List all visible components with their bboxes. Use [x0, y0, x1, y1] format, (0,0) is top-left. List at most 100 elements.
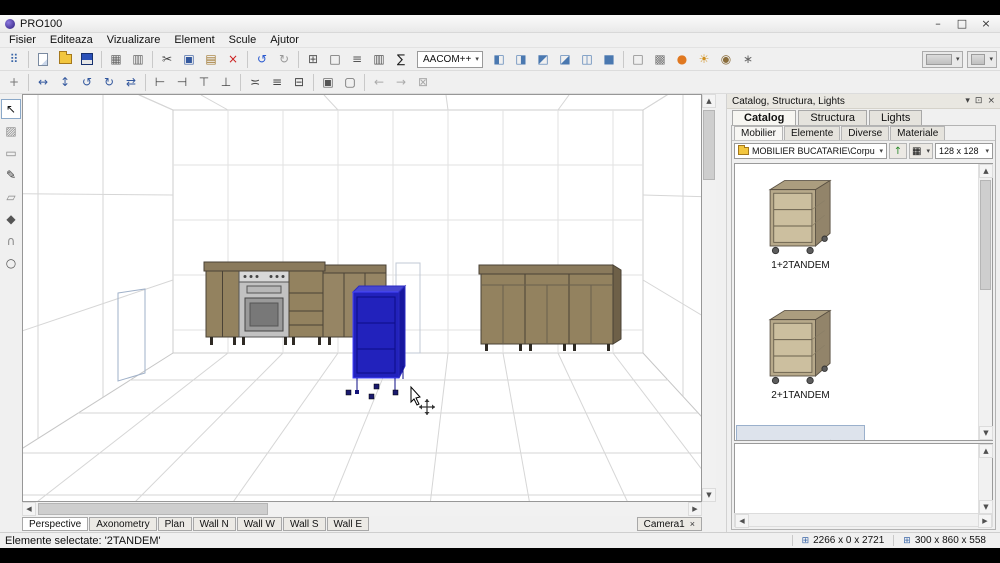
- maximize-button[interactable]: □: [950, 16, 974, 32]
- wireframe-mode-icon[interactable]: □: [628, 50, 648, 69]
- catalog-scroll-thumb[interactable]: [980, 180, 991, 290]
- align-right-icon[interactable]: ⊣: [172, 73, 192, 92]
- camera-close-icon[interactable]: ×: [690, 519, 695, 529]
- scroll-down-icon[interactable]: ▼: [979, 500, 993, 514]
- redo-icon[interactable]: ↻: [274, 50, 294, 69]
- ungroup-icon[interactable]: ▢: [340, 73, 360, 92]
- scroll-up-icon[interactable]: ▲: [979, 164, 993, 178]
- panel-hscrollbar[interactable]: ◀ ▶: [734, 513, 993, 528]
- collision-icon[interactable]: ⊠: [413, 73, 433, 92]
- undo-icon[interactable]: ↺: [252, 50, 272, 69]
- view-tab-wall-n[interactable]: Wall N: [192, 517, 236, 531]
- open-folder-icon[interactable]: [55, 50, 75, 69]
- print-preview-icon[interactable]: ▥: [128, 50, 148, 69]
- details-scrollbar[interactable]: ▲ ▼: [978, 444, 993, 514]
- view-tab-wall-s[interactable]: Wall S: [283, 517, 326, 531]
- folder-up-icon[interactable]: ↑: [889, 143, 907, 159]
- close-button[interactable]: ×: [974, 16, 998, 32]
- mirror-icon[interactable]: ⇄: [121, 73, 141, 92]
- thumbnail-size-select[interactable]: 128 x 128 ▾: [935, 143, 993, 159]
- kitchen-counter-right[interactable]: [478, 264, 622, 351]
- grid-icon[interactable]: ⊞: [303, 50, 323, 69]
- hatch-tool-icon[interactable]: ▨: [1, 121, 21, 141]
- origin-icon[interactable]: +: [4, 73, 24, 92]
- print-icon[interactable]: ▦: [106, 50, 126, 69]
- viewport-vscrollbar[interactable]: ▲ ▼: [702, 94, 716, 502]
- menu-vizualizare[interactable]: Vizualizare: [100, 34, 168, 46]
- shaded-mode-icon[interactable]: ▩: [650, 50, 670, 69]
- report-icon[interactable]: ▥: [369, 50, 389, 69]
- material-scheme-combo[interactable]: AACOM++ ▾: [417, 50, 483, 68]
- show-walls-icon[interactable]: ◧: [489, 50, 509, 69]
- subtab-diverse[interactable]: Diverse: [841, 126, 890, 140]
- menu-scule[interactable]: Scule: [222, 34, 264, 46]
- show-fronts-icon[interactable]: ◪: [555, 50, 575, 69]
- structure-tool-icon[interactable]: ◆: [1, 209, 21, 229]
- paste-icon[interactable]: ▤: [201, 50, 221, 69]
- vscroll-thumb[interactable]: [703, 110, 715, 180]
- menu-ajutor[interactable]: Ajutor: [263, 34, 306, 46]
- hscroll-thumb[interactable]: [38, 503, 268, 515]
- rotate-left-icon[interactable]: ↺: [77, 73, 97, 92]
- snap-icon[interactable]: ⊟: [289, 73, 309, 92]
- menu-editeaza[interactable]: Editeaza: [43, 34, 100, 46]
- scroll-right-icon[interactable]: ▶: [688, 502, 702, 516]
- price-calc-icon[interactable]: ∑: [391, 50, 411, 69]
- align-bottom-icon[interactable]: ⊥: [216, 73, 236, 92]
- view-tab-wall-w[interactable]: Wall W: [236, 517, 282, 531]
- scroll-up-icon[interactable]: ▲: [702, 94, 716, 108]
- scroll-down-icon[interactable]: ▼: [979, 426, 993, 440]
- view-tab-axonometry[interactable]: Axonometry: [89, 517, 157, 531]
- subtab-mobilier[interactable]: Mobilier: [734, 126, 784, 140]
- show-edges-icon[interactable]: ◫: [577, 50, 597, 69]
- viewport-hscrollbar[interactable]: ◀ ▶: [22, 502, 702, 516]
- panel-splitter[interactable]: [716, 94, 726, 532]
- menu-fisier[interactable]: Fisier: [2, 34, 43, 46]
- zoom-tool-icon[interactable]: ○: [1, 253, 21, 273]
- delete-icon[interactable]: ×: [223, 50, 243, 69]
- distribute-icon[interactable]: ≡: [267, 73, 287, 92]
- move-vertical-icon[interactable]: ↕: [55, 73, 75, 92]
- pen-tool-icon[interactable]: ✎: [1, 165, 21, 185]
- view-tab-wall-e[interactable]: Wall E: [326, 517, 370, 531]
- subtab-elemente[interactable]: Elemente: [784, 126, 841, 140]
- menu-element[interactable]: Element: [167, 34, 221, 46]
- rect-tool-icon[interactable]: ▭: [1, 143, 21, 163]
- render-icon[interactable]: ●: [672, 50, 692, 69]
- parts-grid-icon[interactable]: ⠿: [4, 50, 24, 69]
- show-floor-icon[interactable]: ◨: [511, 50, 531, 69]
- texture-picker-swatch[interactable]: ▾: [967, 50, 997, 68]
- align-top-icon[interactable]: ⊤: [194, 73, 214, 92]
- panel-float-icon[interactable]: ⊡: [975, 96, 983, 106]
- view-tab-plan[interactable]: Plan: [157, 517, 192, 531]
- view-tab-perspective[interactable]: Perspective: [22, 517, 89, 531]
- view-mode-icon[interactable]: ▦ ▾: [909, 143, 933, 159]
- select-tool-icon[interactable]: ↖: [1, 99, 21, 119]
- scroll-right-icon[interactable]: ▶: [978, 514, 992, 528]
- show-solid-icon[interactable]: ■: [599, 50, 619, 69]
- copy-icon[interactable]: ▣: [179, 50, 199, 69]
- polygon-tool-icon[interactable]: ▱: [1, 187, 21, 207]
- panel-close-icon[interactable]: ×: [987, 96, 995, 106]
- rotate-right-icon[interactable]: ↻: [99, 73, 119, 92]
- panel-menu-icon[interactable]: ▾: [965, 96, 970, 106]
- next-view-icon[interactable]: →: [391, 73, 411, 92]
- catalog-item-2tandem-selected[interactable]: 2TANDEM: [736, 425, 865, 440]
- show-ceiling-icon[interactable]: ◩: [533, 50, 553, 69]
- subtab-materiale[interactable]: Materiale: [890, 126, 946, 140]
- light-icon[interactable]: ☀: [694, 50, 714, 69]
- tab-catalog[interactable]: Catalog: [732, 110, 797, 125]
- center-icon[interactable]: ≍: [245, 73, 265, 92]
- catalog-item-2-1tandem[interactable]: 2+1TANDEM: [737, 296, 864, 426]
- viewport-3d[interactable]: [22, 94, 702, 502]
- catalog-item-1-2tandem[interactable]: 1+2TANDEM: [737, 166, 864, 296]
- settings-gear-icon[interactable]: ∗: [738, 50, 758, 69]
- catalog-path-select[interactable]: MOBILIER BUCATARIE\Corpuri baza\C ▾: [734, 143, 887, 159]
- new-file-icon[interactable]: [33, 50, 53, 69]
- minimize-button[interactable]: –: [926, 16, 950, 32]
- frame-icon[interactable]: □: [325, 50, 345, 69]
- tab-structura[interactable]: Structura: [798, 110, 867, 125]
- scroll-left-icon[interactable]: ◀: [22, 502, 36, 516]
- scroll-up-icon[interactable]: ▲: [979, 444, 993, 458]
- group-icon[interactable]: ▣: [318, 73, 338, 92]
